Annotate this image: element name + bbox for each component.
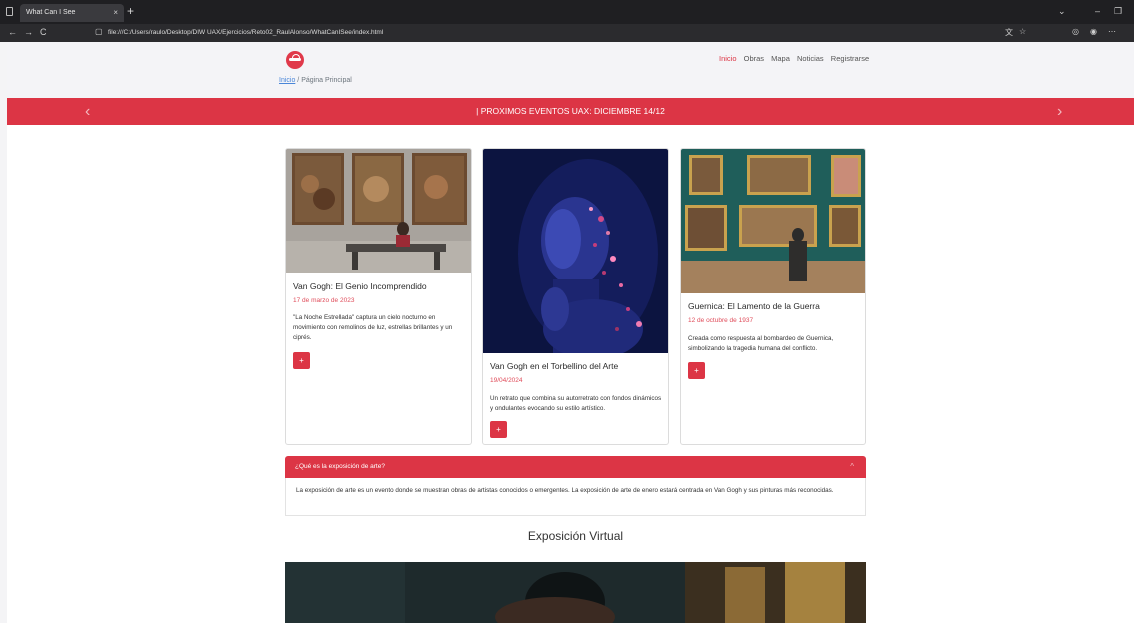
browser-tab[interactable]: What Can I See ×: [20, 4, 124, 22]
restore-icon[interactable]: ❐: [1114, 6, 1122, 17]
card-image-museum-gallery: [286, 149, 471, 273]
menu-icon[interactable]: ⋯: [1108, 27, 1116, 36]
card-title: Guernica: El Lamento de la Guerra: [688, 301, 820, 311]
web-page: Inicio / Página Principal Inicio Obras M…: [7, 42, 1134, 623]
translate-icon[interactable]: 文: [1005, 27, 1013, 38]
breadcrumb-separator: /: [297, 77, 300, 84]
card-more-button[interactable]: +: [490, 421, 507, 438]
breadcrumb-home-link[interactable]: Inicio: [279, 77, 295, 84]
nav-link-inicio[interactable]: Inicio: [719, 54, 737, 63]
url-field[interactable]: file:///C:/Users/raulo/Desktop/DIW UAX/E…: [108, 27, 988, 39]
card-date: 12 de octubre de 1937: [688, 317, 754, 324]
shield-icon[interactable]: ◎: [1072, 27, 1079, 36]
tab-title: What Can I See: [26, 9, 76, 16]
page-info-icon[interactable]: ▢: [95, 27, 103, 36]
back-button[interactable]: ←: [8, 27, 17, 37]
chevron-up-icon[interactable]: ^: [850, 456, 854, 478]
card-description: Un retrato que combina su autorretrato c…: [490, 395, 662, 412]
card-image-green-gallery: [681, 149, 865, 293]
new-tab-button[interactable]: +: [127, 4, 134, 18]
tab-bar: What Can I See × + ⌄ – ❐: [0, 0, 1134, 24]
minimize-icon[interactable]: –: [1095, 6, 1100, 16]
nav-link-registrarse[interactable]: Registrarse: [831, 54, 869, 63]
forward-button[interactable]: →: [24, 27, 33, 37]
faq-accordion-body: La exposición de arte es un evento donde…: [285, 478, 866, 516]
section-title-virtual: Exposición Virtual: [527, 529, 624, 543]
card-more-button[interactable]: +: [688, 362, 705, 379]
carousel-prev-icon[interactable]: ‹: [85, 98, 90, 125]
virtual-exhibition-picture: [285, 562, 866, 623]
main-menu: Inicio Obras Mapa Noticias Registrarse: [719, 54, 874, 63]
card-title: Van Gogh: El Genio Incomprendido: [293, 281, 427, 291]
browser-window: What Can I See × + ⌄ – ❐ ← → C ▢ file://…: [0, 0, 1134, 623]
faq-question: ¿Qué es la exposición de arte?: [295, 463, 385, 470]
card-description: Creada como respuesta al bombardeo de Gu…: [688, 335, 834, 352]
artwork-card: Guernica: El Lamento de la Guerra 12 de …: [680, 148, 866, 445]
card-date: 19/04/2024: [490, 377, 523, 384]
carousel-next-icon[interactable]: ›: [1057, 98, 1062, 125]
events-carousel: ‹ | PROXIMOS EVENTOS UAX: DICIEMBRE 14/1…: [7, 98, 1134, 125]
card-image-glitter-portrait: [483, 149, 668, 353]
card-title: Van Gogh en el Torbellino del Arte: [490, 361, 619, 371]
card-date: 17 de marzo de 2023: [293, 297, 355, 304]
artwork-card: Van Gogh en el Torbellino del Arte 19/04…: [482, 148, 669, 445]
breadcrumb-current: Página Principal: [301, 77, 352, 84]
address-bar-row: ← → C ▢ file:///C:/Users/raulo/Desktop/D…: [0, 24, 1134, 42]
card-more-button[interactable]: +: [293, 352, 310, 369]
breadcrumb: Inicio / Página Principal: [279, 77, 352, 84]
faq-accordion-header[interactable]: ¿Qué es la exposición de arte? ^: [285, 456, 866, 478]
tab-close-icon[interactable]: ×: [113, 8, 118, 17]
nav-link-noticias[interactable]: Noticias: [797, 54, 824, 63]
extensions-icon[interactable]: ◉: [1090, 27, 1097, 36]
virtual-exhibition-image: [285, 562, 866, 623]
bookmark-star-icon[interactable]: ☆: [1019, 27, 1026, 36]
artwork-card: Van Gogh: El Genio Incomprendido 17 de m…: [285, 148, 472, 445]
card-description: "La Noche Estrellada" captura un cielo n…: [293, 314, 453, 341]
site-navbar: Inicio / Página Principal Inicio Obras M…: [7, 42, 1134, 98]
nav-link-mapa[interactable]: Mapa: [771, 54, 790, 63]
reload-button[interactable]: C: [40, 27, 47, 37]
tab-list-chevron-icon[interactable]: ⌄: [1058, 6, 1066, 17]
sidebar-toggle-icon[interactable]: [6, 7, 13, 16]
carousel-caption: | PROXIMOS EVENTOS UAX: DICIEMBRE 14/12: [476, 106, 665, 116]
site-logo[interactable]: [286, 51, 304, 69]
nav-link-obras[interactable]: Obras: [744, 54, 764, 63]
